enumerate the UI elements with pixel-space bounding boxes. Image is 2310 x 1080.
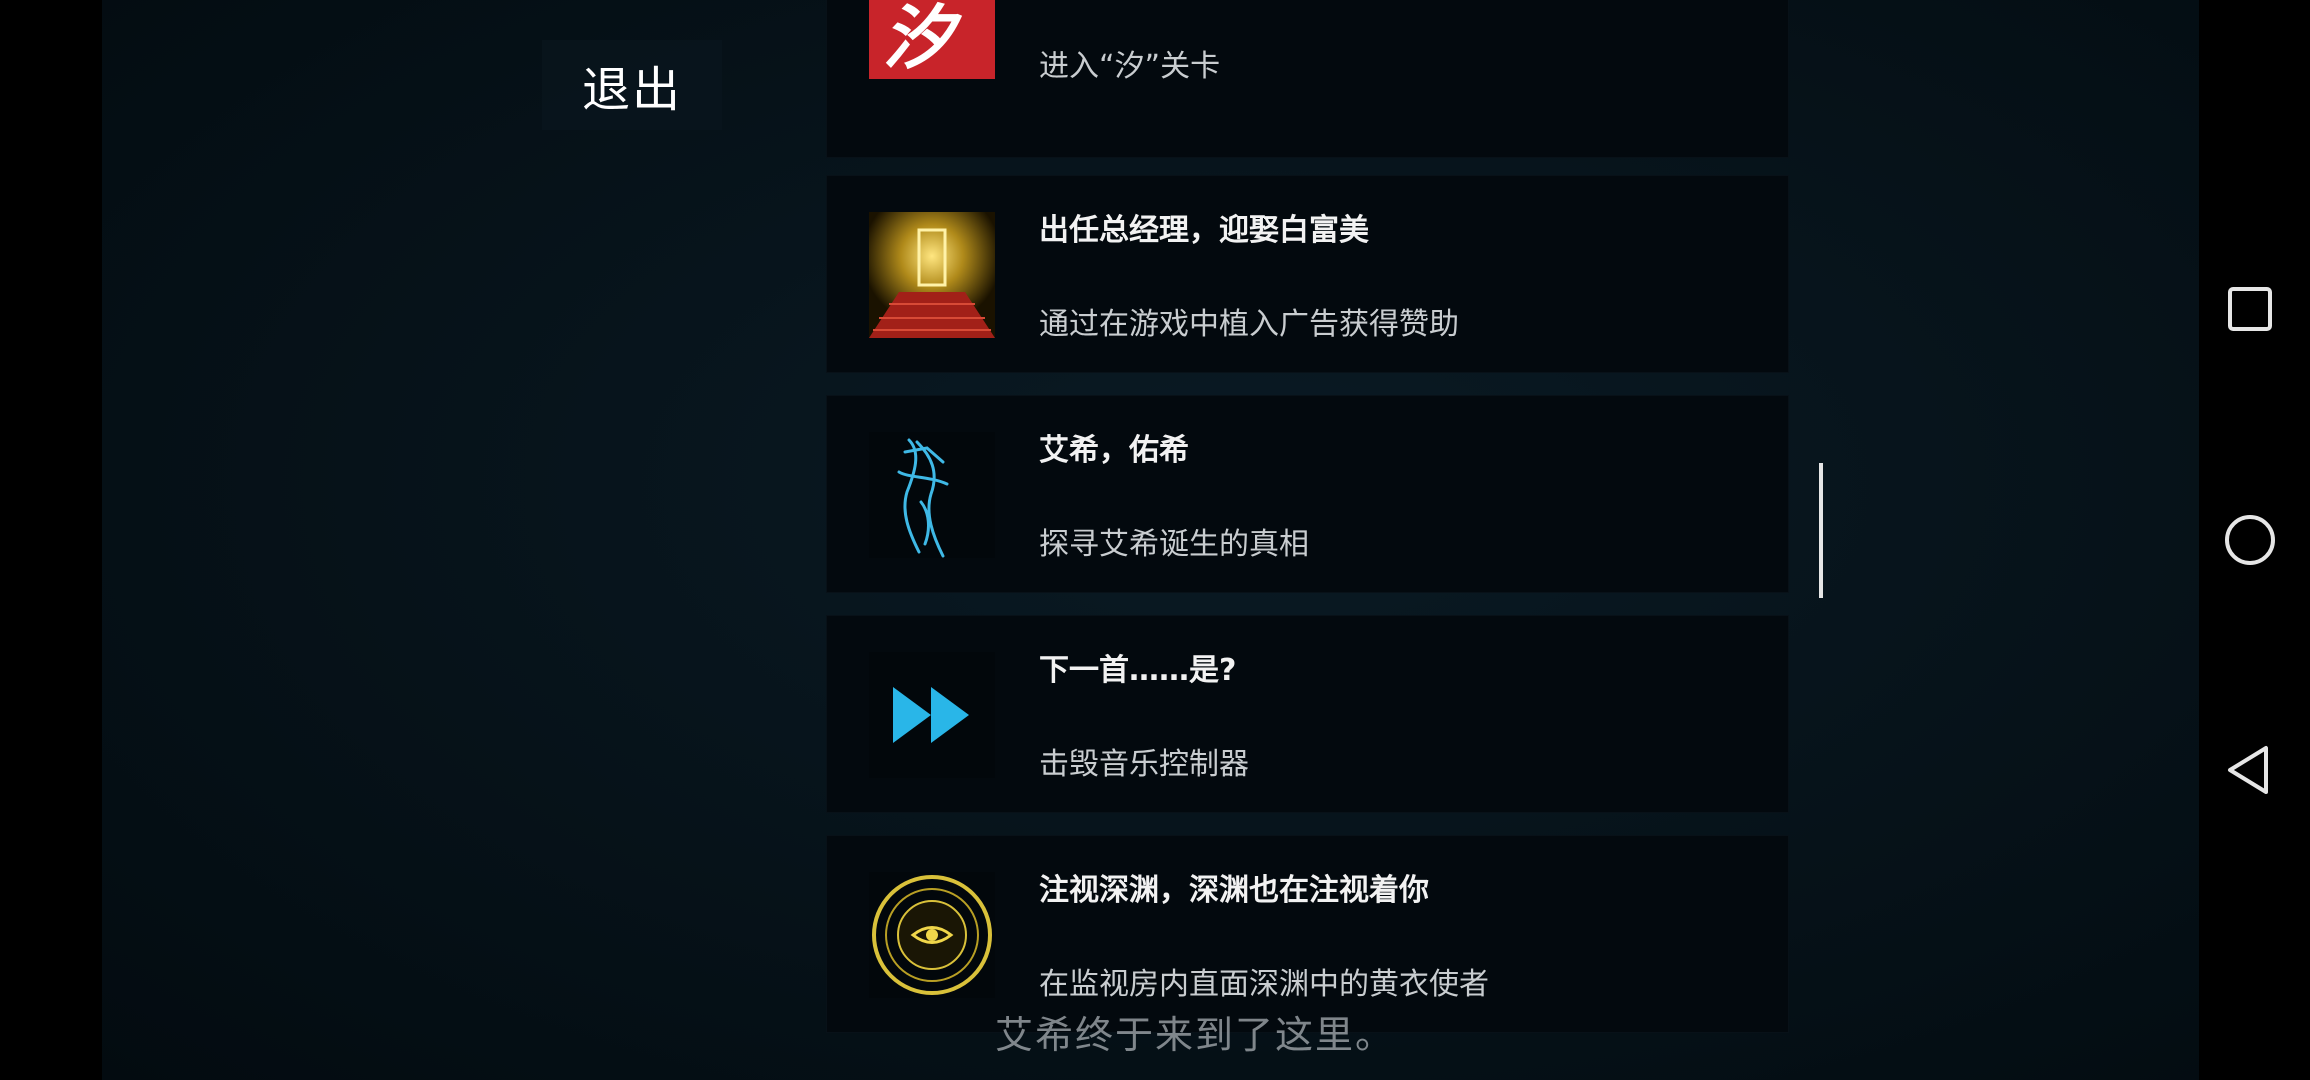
dialogue-subtitle: 艾希终于来到了这里。: [994, 1013, 1395, 1057]
square-icon: [2228, 287, 2272, 331]
back-button[interactable]: [2220, 740, 2280, 800]
achievement-card: 艾希，佑希 探寻艾希诞生的真相: [826, 395, 1789, 593]
red-carpet-door-icon: [869, 212, 995, 338]
achievement-description: 在监视房内直面深渊中的黄衣使者: [1039, 967, 1489, 1002]
exit-button[interactable]: 退出: [542, 40, 722, 130]
achievement-description: 通过在游戏中植入广告获得赞助: [1039, 307, 1459, 342]
achievement-card: 下一首……是? 击毁音乐控制器: [826, 615, 1789, 813]
achievement-title: 注视深渊，深渊也在注视着你: [1039, 873, 1429, 908]
yellow-eye-icon: [869, 872, 995, 998]
achievement-description: 击毁音乐控制器: [1039, 747, 1249, 782]
screen: 退出 汐 进入“汐”关卡 出任总经理，迎娶白富美 通过在游戏中植入广告获得赞助 …: [0, 0, 2310, 1080]
home-button[interactable]: [2220, 510, 2280, 570]
fast-forward-icon: [869, 652, 995, 778]
achievement-description: 进入“汐”关卡: [1039, 49, 1221, 84]
triangle-back-icon: [2228, 746, 2268, 794]
achievement-card: 汐 进入“汐”关卡: [826, 0, 1789, 158]
game-area: 退出 汐 进入“汐”关卡 出任总经理，迎娶白富美 通过在游戏中植入广告获得赞助 …: [102, 0, 2199, 1080]
circle-icon: [2225, 515, 2275, 565]
achievement-title: 艾希，佑希: [1039, 433, 1189, 468]
cyan-figure-icon: [869, 432, 995, 558]
achievement-description: 探寻艾希诞生的真相: [1039, 527, 1309, 562]
xi-level-icon: 汐: [869, 0, 995, 79]
recent-apps-button[interactable]: [2220, 279, 2280, 339]
achievement-title: 下一首……是?: [1039, 653, 1237, 688]
achievement-card: 出任总经理，迎娶白富美 通过在游戏中植入广告获得赞助: [826, 175, 1789, 373]
scrollbar-thumb[interactable]: [1819, 463, 1823, 598]
achievement-list[interactable]: 汐 进入“汐”关卡 出任总经理，迎娶白富美 通过在游戏中植入广告获得赞助 艾希，…: [826, 0, 1789, 1035]
achievement-title: 出任总经理，迎娶白富美: [1039, 213, 1369, 248]
